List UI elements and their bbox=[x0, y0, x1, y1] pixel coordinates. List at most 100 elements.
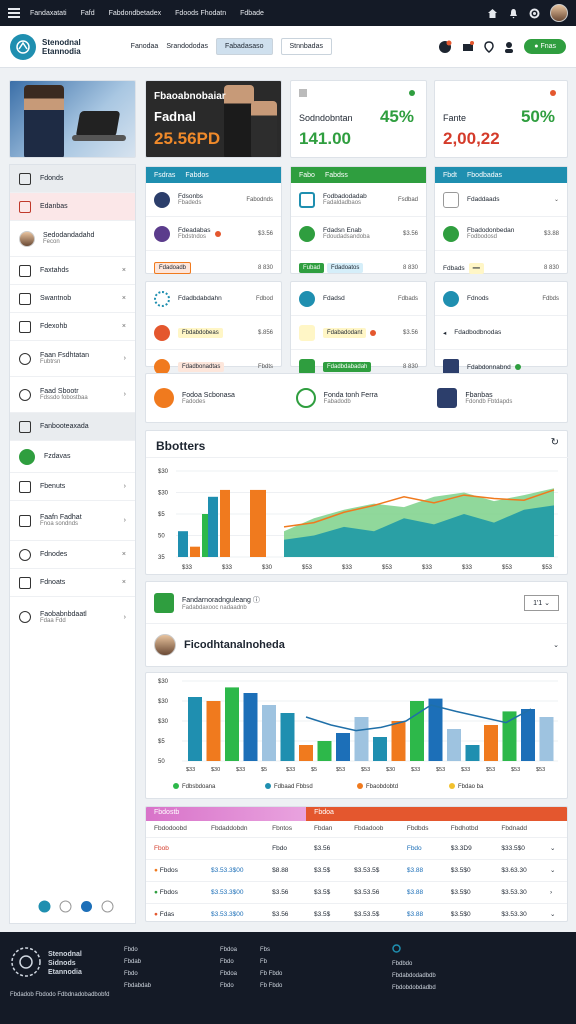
location-icon[interactable] bbox=[484, 40, 495, 53]
footer-link[interactable]: Fbdo bbox=[124, 968, 151, 980]
list-icon bbox=[19, 576, 31, 589]
footer-link[interactable]: Fbdobdobdadbd bbox=[392, 982, 436, 994]
nav-link[interactable]: Fanodaa bbox=[131, 43, 159, 50]
footer-link[interactable]: Fb bbox=[260, 956, 282, 968]
tile-row[interactable]: Fdadsd Fdbads bbox=[291, 282, 426, 316]
sidebar-item[interactable]: Faafn Fadhat Fnoa sondnds › bbox=[10, 501, 135, 541]
tile-row[interactable]: Fdaddaads ⌄ bbox=[435, 183, 567, 217]
chevron-right-icon[interactable]: › bbox=[541, 881, 567, 904]
chevron-right-icon[interactable]: › bbox=[124, 391, 126, 398]
close-icon[interactable]: × bbox=[122, 579, 126, 586]
footer-link[interactable]: Fbdo bbox=[124, 944, 151, 956]
tile-row[interactable]: Fdnods Fdbds bbox=[435, 282, 567, 316]
top-menu-item[interactable]: Fafd bbox=[81, 10, 95, 17]
footer-link[interactable]: Fb Fbdo bbox=[260, 968, 282, 980]
chevron-right-icon[interactable]: › bbox=[124, 517, 126, 524]
sidebar-item[interactable]: Fdexohb × bbox=[10, 313, 135, 341]
footer-link[interactable]: Fbdo bbox=[220, 956, 237, 968]
message-icon[interactable] bbox=[462, 40, 475, 53]
tile-row[interactable]: Fdabadodant $3.56 bbox=[291, 316, 426, 350]
sidebar-profile[interactable]: Sedodandadahd Fecon bbox=[10, 221, 135, 257]
tile-row[interactable]: Fodbadodadab Fadaldadbaos Fsdbad bbox=[291, 183, 426, 217]
footer-link[interactable]: Fbdo bbox=[220, 980, 237, 992]
footer-link[interactable]: Fbdbdo bbox=[392, 958, 436, 970]
footer-link[interactable]: Fbdab bbox=[124, 956, 151, 968]
footer-link[interactable]: Fb Fbdo bbox=[260, 980, 282, 992]
sidebar-item[interactable]: Faan Fsdhtatan Fubtrsn › bbox=[10, 341, 135, 377]
chevron-down-icon[interactable]: ⌄ bbox=[554, 196, 559, 203]
sidebar-item[interactable]: Fbenuts › bbox=[10, 473, 135, 501]
user-avatar[interactable] bbox=[550, 4, 568, 22]
top-menu-item[interactable]: Fdbade bbox=[240, 10, 264, 17]
top-menu-item[interactable]: Fandaxatati bbox=[30, 10, 67, 17]
quick-link[interactable]: Fodoa Scbonasa Fadodes bbox=[154, 388, 276, 408]
tile-row[interactable]: Fdadsn Enab Fdoudadsandoba $3.56 bbox=[291, 217, 426, 251]
notifications-icon[interactable] bbox=[438, 40, 452, 54]
close-icon[interactable]: × bbox=[122, 295, 126, 302]
bell-icon[interactable] bbox=[508, 8, 519, 19]
tile-row[interactable]: Fubad Fdadoatos 8 830 bbox=[291, 251, 426, 285]
chevron-down-icon[interactable]: ⌄ bbox=[541, 837, 567, 860]
help-icon[interactable] bbox=[59, 900, 72, 913]
close-icon[interactable]: × bbox=[122, 323, 126, 330]
sidebar-item-active[interactable]: Edanbas bbox=[10, 193, 135, 221]
sidebar-item[interactable]: Faobabnbdaatl Fdaa Fdd › bbox=[10, 597, 135, 637]
table-tab[interactable]: Fbdoa bbox=[306, 807, 567, 821]
nav-link[interactable]: Srandododas bbox=[166, 43, 208, 50]
footer-link[interactable]: Fbdabdodadbdb bbox=[392, 970, 436, 982]
sidebar-item[interactable]: Swantnob × bbox=[10, 285, 135, 313]
x-tick-label: $33 bbox=[222, 565, 233, 571]
tile-row[interactable]: Fbdabdobeas $.856 bbox=[146, 316, 281, 350]
nav-button-active[interactable]: Fabadasaso bbox=[215, 38, 273, 55]
sidebar-item[interactable]: Fdnodes × bbox=[10, 541, 135, 569]
footer-link[interactable]: Fbs bbox=[260, 944, 282, 956]
primary-action-button[interactable]: ● Fnas bbox=[524, 39, 566, 54]
square-icon bbox=[19, 320, 31, 333]
close-icon[interactable]: × bbox=[122, 551, 126, 558]
refresh-icon[interactable]: ↻ bbox=[551, 437, 559, 448]
nav-button[interactable]: Stnnbadas bbox=[280, 38, 332, 55]
tile-row[interactable]: Fdsonbs Fbadeds Fabodnds bbox=[146, 183, 281, 217]
table-row[interactable]: ● Fdas $3.53.3$00 $3.56 $3.5$ $3.53.5$ $… bbox=[146, 903, 567, 921]
chevron-down-icon[interactable]: ⌄ bbox=[553, 641, 559, 649]
period-select[interactable]: 1'1 ⌄ bbox=[524, 594, 559, 611]
sidebar-item[interactable]: Fdonds bbox=[10, 165, 135, 193]
info-icon[interactable]: ⓘ bbox=[253, 597, 260, 604]
close-icon[interactable]: × bbox=[122, 267, 126, 274]
sidebar-item[interactable]: Fanbooteaxada bbox=[10, 413, 135, 441]
chevron-right-icon[interactable]: › bbox=[124, 355, 126, 362]
tile-row[interactable]: Fdbads ━━ 8 830 bbox=[435, 251, 567, 285]
table-row[interactable]: ● Fbdos $3.53.3$00 $3.56 $3.5$ $3.53.56 … bbox=[146, 881, 567, 904]
user-icon[interactable] bbox=[504, 41, 514, 53]
globe-icon[interactable] bbox=[80, 900, 93, 913]
chevron-down-icon[interactable]: ⌄ bbox=[541, 903, 567, 921]
footer-link[interactable]: Fbdabdab bbox=[124, 980, 151, 992]
chevron-right-icon[interactable]: › bbox=[124, 483, 126, 490]
tile-row[interactable]: Fdeadabas Fbdstndos $3.56 bbox=[146, 217, 281, 251]
hamburger-menu-icon[interactable] bbox=[8, 8, 20, 18]
tile-row[interactable]: ◂ Fdadbodbnodas bbox=[435, 316, 567, 350]
footer-link[interactable]: Fbdoa bbox=[220, 968, 237, 980]
settings-icon[interactable] bbox=[38, 900, 51, 913]
chevron-right-icon[interactable]: › bbox=[124, 614, 126, 621]
table-row[interactable]: ● Fbdos $3.53.3$00 $8.88 $3.5$ $3.53.5$ … bbox=[146, 859, 567, 882]
home-icon[interactable] bbox=[487, 8, 498, 19]
tile-header-label: Fabo bbox=[299, 171, 315, 179]
sidebar-item[interactable]: Fdnoats × bbox=[10, 569, 135, 597]
info-icon[interactable] bbox=[101, 900, 114, 913]
top-menu-item[interactable]: Fdoods Fhodatn bbox=[175, 10, 226, 17]
tile-row[interactable]: Fdadbdabdahn Fdbod bbox=[146, 282, 281, 316]
sidebar-item[interactable]: Fzdavas bbox=[10, 441, 135, 473]
chevron-down-icon[interactable]: ⌄ bbox=[541, 859, 567, 882]
tile-row[interactable]: Fdadoadb 8 830 bbox=[146, 251, 281, 285]
sidebar-item[interactable]: Faxtahds × bbox=[10, 257, 135, 285]
settings-icon[interactable] bbox=[529, 8, 540, 19]
table-row[interactable]: Fbob Fbdo $3.56 Fbdo $3.3D9 $33.5$0 ⌄ bbox=[146, 837, 567, 860]
sidebar-item[interactable]: Faad Sbootr Fdssdo fobostbaa › bbox=[10, 377, 135, 413]
quick-link[interactable]: Fbanbas Fdondb Fbtdapds bbox=[437, 388, 559, 408]
top-menu-item[interactable]: Fabdondbetadex bbox=[109, 10, 162, 17]
quick-link[interactable]: Fonda tonh Ferra Fabadodb bbox=[295, 388, 418, 408]
tile-row[interactable]: Fbadodonbedan Fodbodosd $3.88 bbox=[435, 217, 567, 251]
footer-link[interactable]: Fbdoa bbox=[220, 944, 237, 956]
table-tab[interactable]: Fbdostb bbox=[146, 807, 307, 821]
